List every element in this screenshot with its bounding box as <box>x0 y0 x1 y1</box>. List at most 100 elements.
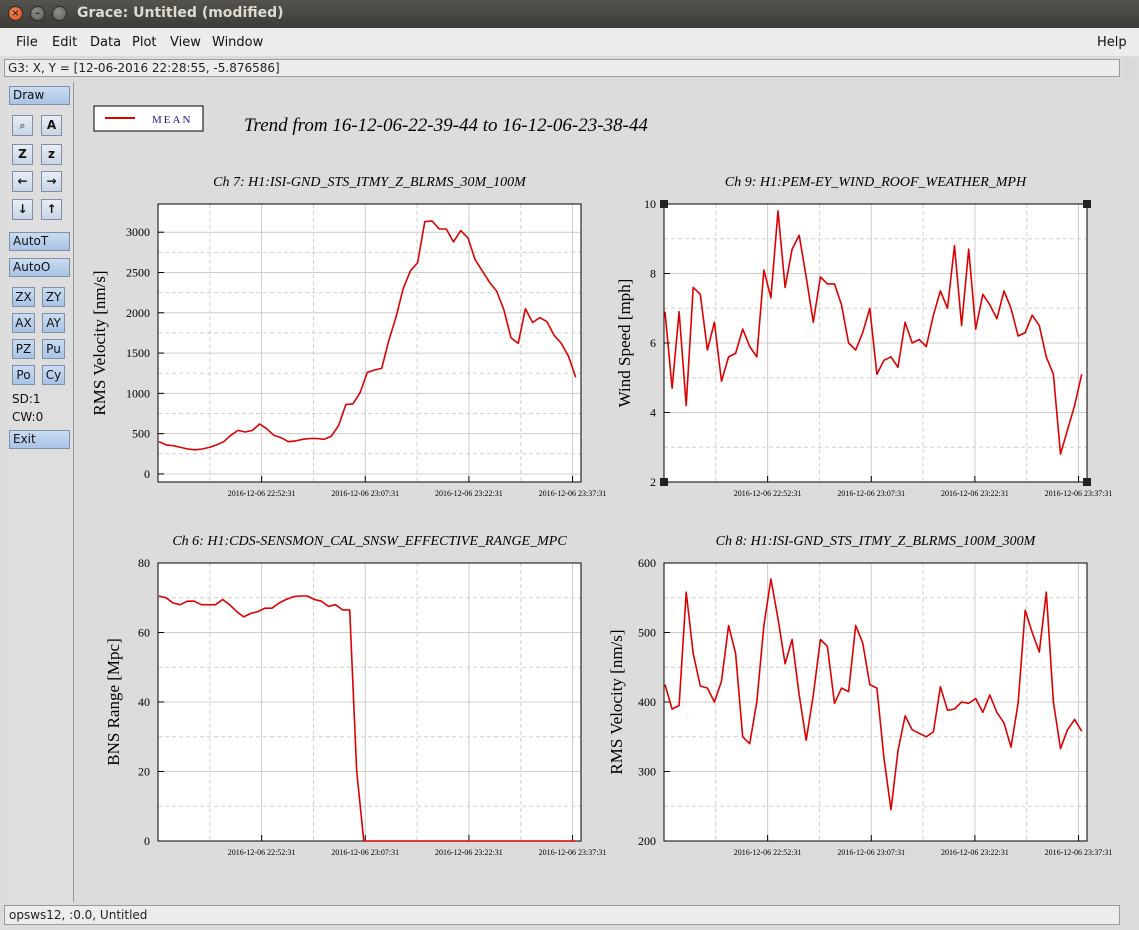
scroll-up-button[interactable]: ↑ <box>41 199 62 220</box>
draw-button[interactable]: Draw <box>9 86 70 105</box>
title-bar: × – Grace: Untitled (modified) <box>0 0 1139 29</box>
ay-button[interactable]: AY <box>42 313 65 333</box>
x-tick-label: 2016-12-06 23:37:31 <box>539 489 607 498</box>
y-tick-label: 0 <box>144 467 150 481</box>
y-tick-label: 500 <box>638 626 656 640</box>
x-tick-label: 2016-12-06 23:22:31 <box>435 489 503 498</box>
zoom-tool-button[interactable]: ⌕ <box>12 115 33 136</box>
window-title: Grace: Untitled (modified) <box>77 5 284 21</box>
zoom-z-button[interactable]: Z <box>12 144 33 165</box>
menu-help[interactable]: Help <box>1097 35 1127 50</box>
tool-panel: Draw ⌕ A Z z ← → ↓ ↑ AutoT AutoO ZX ZY A… <box>4 82 74 902</box>
legend-label: MEAN <box>152 114 192 126</box>
arrow-left-icon: ← <box>17 174 28 188</box>
y-tick-label: 4 <box>650 406 656 420</box>
y-tick-label: 3000 <box>126 225 150 239</box>
menu-plot[interactable]: Plot <box>132 35 157 50</box>
autoo-button[interactable]: AutoO <box>9 258 70 277</box>
y-axis-label: RMS Velocity [nm/s] <box>90 270 109 415</box>
x-tick-label: 2016-12-06 23:07:31 <box>837 489 905 498</box>
menu-window[interactable]: Window <box>212 35 263 50</box>
x-tick-label: 2016-12-06 23:37:31 <box>1045 489 1113 498</box>
zoom-out-icon: z <box>48 147 55 161</box>
y-tick-label: 600 <box>638 556 656 570</box>
chart-panel-2[interactable]: 0 20 40 60 80 2016-12-06 22:52:31 2016-12-06 2… <box>104 534 606 857</box>
menu-edit[interactable]: Edit <box>52 35 77 50</box>
close-window-button[interactable]: × <box>8 6 23 21</box>
selection-handle[interactable] <box>1083 200 1091 208</box>
x-tick-label: 2016-12-06 22:52:31 <box>228 848 296 857</box>
menu-bar: File Edit Data Plot View Window Help <box>0 28 1139 56</box>
x-tick-label: 2016-12-06 23:07:31 <box>331 848 399 857</box>
chart-panel-3[interactable]: 200 300 400 500 600 2016-12-06 22:52:31 2016-1… <box>607 534 1112 857</box>
menu-data[interactable]: Data <box>90 35 121 50</box>
window-scrollbar[interactable] <box>1123 59 1135 79</box>
zoom-icon: ⌕ <box>19 119 26 132</box>
arrow-down-icon: ↓ <box>17 202 28 216</box>
x-tick-label: 2016-12-06 22:52:31 <box>228 489 296 498</box>
x-tick-label: 2016-12-06 23:37:31 <box>539 848 607 857</box>
autot-button[interactable]: AutoT <box>9 232 70 251</box>
chart-title: Ch 7: H1:ISI-GND_STS_ITMY_Z_BLRMS_30M_10… <box>213 175 527 190</box>
y-tick-label: 200 <box>638 834 656 848</box>
po-button[interactable]: Po <box>12 365 35 385</box>
zoom-out-button[interactable]: z <box>41 144 62 165</box>
scroll-left-button[interactable]: ← <box>12 171 33 192</box>
y-tick-label: 400 <box>638 695 656 709</box>
chart-panel-0[interactable]: 0 500 1000 1500 2000 2500 3000 2016-12-06 22:52… <box>90 175 606 498</box>
menu-view[interactable]: View <box>170 35 201 50</box>
locator-display: G3: X, Y = [12-06-2016 22:28:55, -5.8765… <box>4 59 1120 77</box>
x-tick-label: 2016-12-06 23:07:31 <box>837 848 905 857</box>
y-tick-label: 40 <box>138 695 150 709</box>
chart-title: Ch 9: H1:PEM-EY_WIND_ROOF_WEATHER_MPH <box>725 175 1027 190</box>
close-icon: × <box>11 8 20 19</box>
chart-title: Ch 8: H1:ISI-GND_STS_ITMY_Z_BLRMS_100M_3… <box>716 534 1037 549</box>
y-tick-label: 1000 <box>126 386 150 400</box>
y-tick-label: 60 <box>138 626 150 640</box>
x-tick-label: 2016-12-06 23:07:31 <box>331 489 399 498</box>
scroll-down-button[interactable]: ↓ <box>12 199 33 220</box>
zx-button[interactable]: ZX <box>12 287 35 307</box>
y-tick-label: 2500 <box>126 265 150 279</box>
selection-handle[interactable] <box>660 478 668 486</box>
graph-canvas[interactable]: MEAN Trend from 16-12-06-22-39-44 to 16-… <box>77 82 1120 898</box>
legend: MEAN <box>93 105 204 132</box>
y-axis-label: BNS Range [Mpc] <box>104 638 123 765</box>
menu-file[interactable]: File <box>16 35 38 50</box>
y-tick-label: 80 <box>138 556 150 570</box>
scroll-right-button[interactable]: → <box>41 171 62 192</box>
x-tick-label: 2016-12-06 23:22:31 <box>941 489 1009 498</box>
minimize-window-button[interactable]: – <box>30 6 45 21</box>
pu-button[interactable]: Pu <box>42 339 65 359</box>
arrow-up-icon: ↑ <box>46 202 57 216</box>
cy-button[interactable]: Cy <box>42 365 65 385</box>
selection-handle[interactable] <box>660 200 668 208</box>
ax-button[interactable]: AX <box>12 313 35 333</box>
y-tick-label: 20 <box>138 765 150 779</box>
zy-button[interactable]: ZY <box>42 287 65 307</box>
y-tick-label: 6 <box>650 336 656 350</box>
text-tool-button[interactable]: A <box>41 115 62 136</box>
chart-panel-1[interactable]: 2 4 6 8 10 2016-12-06 22:52:31 2016-12-06 23:0… <box>615 175 1112 498</box>
y-tick-label: 0 <box>144 834 150 848</box>
text-icon: A <box>46 118 57 132</box>
graph-area[interactable]: MEAN Trend from 16-12-06-22-39-44 to 16-… <box>77 82 1120 898</box>
y-axis-label: RMS Velocity [nm/s] <box>607 629 626 774</box>
y-tick-label: 2000 <box>126 306 150 320</box>
sd-indicator: SD:1 <box>12 392 41 406</box>
pz-button[interactable]: PZ <box>12 339 35 359</box>
y-tick-label: 10 <box>644 197 656 211</box>
exit-button[interactable]: Exit <box>9 430 70 449</box>
y-tick-label: 300 <box>638 765 656 779</box>
x-tick-label: 2016-12-06 23:22:31 <box>941 848 1009 857</box>
x-tick-label: 2016-12-06 22:52:31 <box>734 848 802 857</box>
maximize-window-button[interactable] <box>52 6 67 21</box>
x-tick-label: 2016-12-06 23:22:31 <box>435 848 503 857</box>
chart-title: Ch 6: H1:CDS-SENSMON_CAL_SNSW_EFFECTIVE_… <box>172 534 567 549</box>
y-axis-label: Wind Speed [mph] <box>615 279 634 408</box>
plot-main-title: Trend from 16-12-06-22-39-44 to 16-12-06… <box>244 115 648 136</box>
x-tick-label: 2016-12-06 22:52:31 <box>734 489 802 498</box>
zoom-z-icon: Z <box>18 147 27 161</box>
y-tick-label: 1500 <box>126 346 150 360</box>
selection-handle[interactable] <box>1083 478 1091 486</box>
